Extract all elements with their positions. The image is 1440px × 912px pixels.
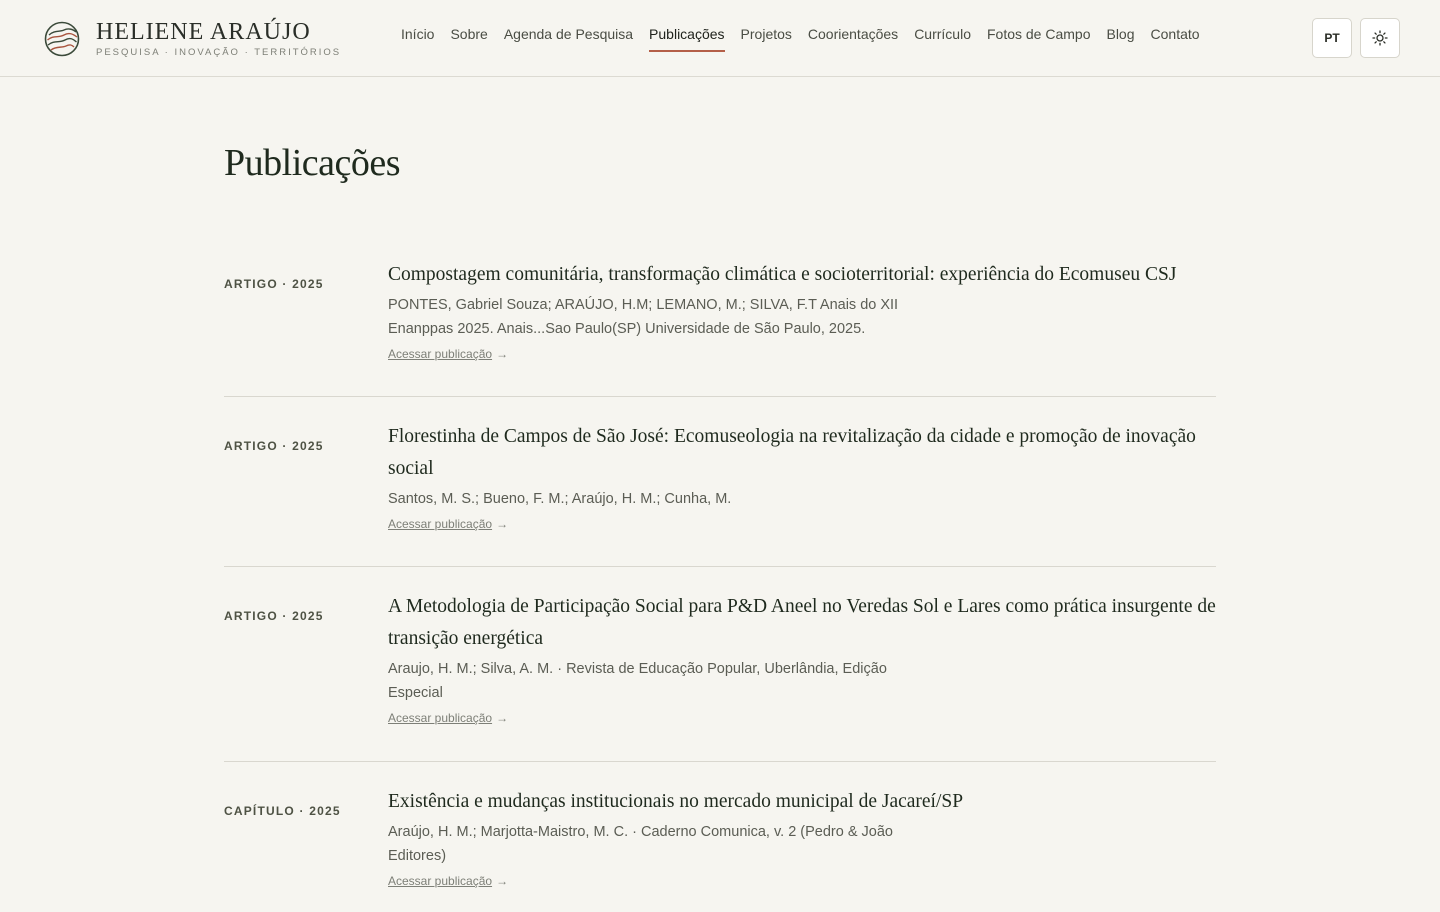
nav-item-inicio[interactable]: Início [401, 26, 434, 52]
publication-link-label: Acessar publicação [388, 874, 493, 888]
publication-title[interactable]: Existência e mudanças institucionais no … [388, 786, 1216, 818]
publication-link[interactable]: Acessar publicação [388, 711, 492, 725]
publication-link-label: Acessar publicação [388, 347, 493, 361]
nav-item-coorientacoes[interactable]: Coorientações [808, 26, 898, 52]
publication-meta: CAPÍTULO · 2025 [224, 804, 341, 818]
publication-authors: Araújo, H. M.; Marjotta-Maistro, M. C. ·… [388, 824, 893, 864]
publication-authors: Araujo, H. M.; Silva, A. M. · Revista de… [388, 661, 887, 701]
nav-item-publicacoes[interactable]: Publicações [649, 26, 725, 52]
publication-item: CAPÍTULO · 2025 Existência e mudanças in… [224, 762, 1216, 912]
publication-link[interactable]: Acessar publicação [388, 347, 492, 361]
nav-item-contato[interactable]: Contato [1151, 26, 1200, 52]
publication-list: ARTIGO · 2025 Compostagem comunitária, t… [224, 250, 1216, 912]
brand-tagline: PESQUISA · INOVAÇÃO · TERRITÓRIOS [96, 47, 342, 58]
page-title: Publicações [224, 142, 401, 184]
main-nav: Início Sobre Agenda de Pesquisa Publicaç… [393, 26, 1208, 52]
publication-title[interactable]: A Metodologia de Participação Social par… [388, 591, 1216, 655]
publication-title[interactable]: Compostagem comunitária, transformação c… [388, 259, 1216, 291]
publication-link-label: Acessar publicação [388, 517, 493, 531]
site-header: HELIENE ARAÚJO PESQUISA · INOVAÇÃO · TER… [0, 0, 1440, 77]
nav-item-agenda-de-pesquisa[interactable]: Agenda de Pesquisa [504, 26, 633, 52]
nav-item-blog[interactable]: Blog [1106, 26, 1134, 52]
publication-title[interactable]: Florestinha de Campos de São José: Ecomu… [388, 421, 1216, 485]
arrow-right-icon: → [496, 347, 509, 361]
nav-item-sobre[interactable]: Sobre [450, 26, 487, 52]
publication-meta: ARTIGO · 2025 [224, 277, 324, 291]
nav-item-projetos[interactable]: Projetos [741, 26, 792, 52]
publication-meta: ARTIGO · 2025 [224, 439, 324, 453]
publication-authors: Santos, M. S.; Bueno, F. M.; Araújo, H. … [388, 491, 732, 507]
publication-item: ARTIGO · 2025 Florestinha de Campos de S… [224, 397, 1216, 567]
brand[interactable]: HELIENE ARAÚJO PESQUISA · INOVAÇÃO · TER… [44, 19, 341, 58]
publication-item: ARTIGO · 2025 A Metodologia de Participa… [224, 567, 1216, 762]
sun-icon [1372, 30, 1388, 46]
publication-link[interactable]: Acessar publicação [388, 874, 492, 888]
arrow-right-icon: → [496, 711, 509, 725]
brand-name: HELIENE ARAÚJO [96, 19, 311, 45]
logo-icon [44, 21, 80, 56]
language-button[interactable]: PT [1312, 18, 1352, 58]
publication-link[interactable]: Acessar publicação [388, 517, 492, 531]
publication-meta: ARTIGO · 2025 [224, 609, 324, 623]
nav-item-curriculo[interactable]: Currículo [914, 26, 971, 52]
publication-item: ARTIGO · 2025 Compostagem comunitária, t… [224, 250, 1216, 397]
theme-toggle-button[interactable] [1360, 18, 1400, 58]
arrow-right-icon: → [496, 517, 509, 531]
nav-item-fotos-de-campo[interactable]: Fotos de Campo [987, 26, 1091, 52]
arrow-right-icon: → [496, 874, 509, 888]
publication-link-label: Acessar publicação [388, 711, 493, 725]
publication-authors: PONTES, Gabriel Souza; ARAÚJO, H.M; LEMA… [388, 297, 899, 337]
